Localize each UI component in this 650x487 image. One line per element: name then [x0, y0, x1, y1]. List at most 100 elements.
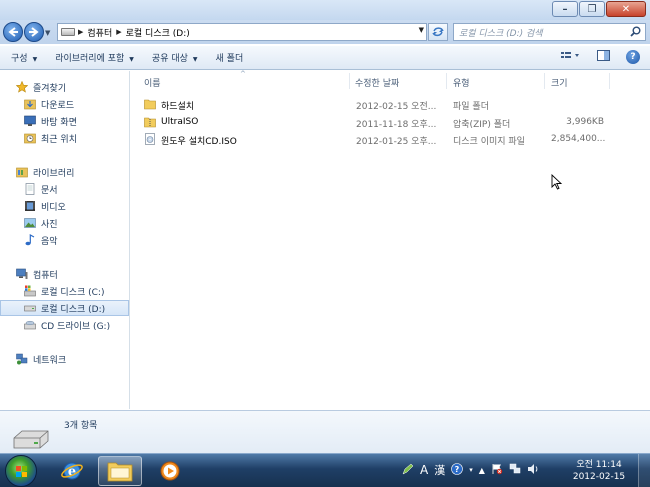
details-pane: 3개 항목 [0, 410, 650, 453]
ime-help-icon[interactable]: ? [451, 462, 464, 478]
breadcrumb-drive-d[interactable]: 로컬 디스크 (D:) [126, 26, 190, 39]
drive-icon [61, 28, 75, 36]
nav-favorites[interactable]: 즐겨찾기 [16, 79, 145, 95]
nav-drive-g[interactable]: CD 드라이브 (G:) [24, 317, 153, 333]
share-with-label: 공유 대상 [151, 54, 188, 64]
forward-button[interactable] [24, 22, 44, 42]
show-hidden-icons-button[interactable]: ▲ [479, 466, 485, 475]
ime-mode-icon[interactable] [402, 463, 414, 478]
back-button[interactable] [3, 22, 23, 42]
column-divider[interactable] [446, 73, 447, 89]
system-clock[interactable]: 오전 11:14 2012-02-15 [568, 459, 630, 483]
nav-videos-label: 비디오 [41, 202, 66, 213]
view-options-button[interactable] [561, 51, 581, 64]
recent-pages-dropdown[interactable]: ▼ [45, 29, 52, 37]
nav-favorites-label: 즐겨찾기 [33, 83, 67, 94]
start-button[interactable] [5, 455, 37, 487]
nav-documents[interactable]: 문서 [24, 181, 153, 197]
hanja-indicator[interactable]: 漢 [434, 462, 445, 478]
zip-folder-icon [144, 117, 156, 128]
nav-pictures[interactable]: 사진 [24, 215, 153, 231]
column-divider[interactable] [609, 73, 610, 89]
new-folder-label: 새 폴더 [215, 54, 244, 64]
nav-pictures-label: 사진 [41, 219, 58, 230]
minimize-button[interactable]: – [552, 1, 578, 17]
nav-network-label: 네트워크 [33, 355, 67, 366]
navigation-pane: 즐겨찾기 다운로드 바탕 화면 최근 위치 라이브러리 문서 비디오 사진 음악… [0, 71, 130, 409]
input-language-indicator[interactable]: A [420, 463, 428, 477]
view-controls: ? [545, 50, 640, 64]
column-name[interactable]: 이름 [144, 76, 161, 89]
chevron-right-icon[interactable]: ▶ [78, 28, 83, 36]
item-count: 3개 항목 [64, 421, 98, 431]
svg-text:?: ? [455, 465, 460, 474]
forward-arrow-icon [29, 27, 39, 37]
search-icon[interactable] [630, 26, 641, 37]
preview-pane-button[interactable] [597, 50, 610, 64]
internet-explorer-icon: e [61, 462, 83, 480]
address-row: ▼ ▶ 컴퓨터 ▶ 로컬 디스크 (D:) ▼ 로컬 디스크 (D:) 검색 [0, 20, 650, 44]
volume-icon[interactable] [527, 463, 540, 478]
share-with-menu[interactable]: 공유 대상 ▼ [145, 51, 205, 64]
explorer-folder-icon [107, 462, 133, 482]
file-date: 2011-11-18 오후... [356, 120, 437, 130]
nav-network[interactable]: 네트워크 [16, 351, 145, 367]
include-in-library-label: 라이브러리에 포함 [55, 54, 125, 64]
column-divider[interactable] [544, 73, 545, 89]
nav-libraries[interactable]: 라이브러리 [16, 164, 145, 180]
close-icon: ✕ [621, 3, 631, 15]
nav-desktop-label: 바탕 화면 [41, 117, 77, 128]
file-name: UltraISO [161, 117, 199, 127]
help-button[interactable]: ? [626, 50, 640, 64]
clock-time: 오전 11:14 [576, 460, 622, 470]
nav-music-label: 음악 [41, 236, 58, 247]
restore-icon: ❐ [587, 3, 597, 15]
chevron-right-icon[interactable]: ▶ [116, 28, 121, 36]
ime-options-icon[interactable]: ▾ [469, 466, 473, 474]
include-in-library-menu[interactable]: 라이브러리에 포함 ▼ [48, 51, 141, 64]
nav-drive-c[interactable]: 로컬 디스크 (C:) [24, 283, 153, 299]
taskbar-ie-button[interactable]: e [50, 456, 94, 486]
nav-music[interactable]: 음악 [24, 232, 153, 248]
maximize-button[interactable]: ❐ [579, 1, 605, 17]
nav-drive-d-label: 로컬 디스크 (D:) [41, 304, 106, 315]
command-bar: 구성 ▼ 라이브러리에 포함 ▼ 공유 대상 ▼ 새 폴더 ? [0, 46, 650, 70]
taskbar-media-player-button[interactable] [148, 456, 192, 486]
taskbar-explorer-button[interactable] [98, 456, 142, 486]
search-input[interactable]: 로컬 디스크 (D:) 검색 [453, 23, 646, 41]
close-button[interactable]: ✕ [606, 1, 646, 17]
column-header: ^ 이름 수정한 날짜 유형 크기 [131, 70, 650, 91]
cd-drive-icon [24, 320, 36, 330]
organize-menu[interactable]: 구성 ▼ [4, 51, 44, 64]
pictures-icon [24, 218, 36, 228]
sort-ascending-icon: ^ [240, 70, 246, 78]
network-status-icon[interactable] [509, 463, 521, 478]
nav-libraries-label: 라이브러리 [33, 168, 75, 179]
action-center-flag-icon[interactable] [491, 463, 503, 478]
address-dropdown-icon[interactable]: ▼ [419, 26, 424, 34]
column-divider[interactable] [349, 73, 350, 89]
mouse-cursor-icon [551, 174, 563, 190]
search-placeholder: 로컬 디스크 (D:) 검색 [459, 28, 543, 39]
breadcrumb-computer[interactable]: 컴퓨터 [87, 26, 112, 39]
table-row[interactable]: UltraISO 2011-11-18 오후... 압축(ZIP) 폴더 3,9… [131, 114, 650, 131]
table-row[interactable]: 윈도우 설치CD.ISO 2012-01-25 오후... 디스크 이미지 파일… [131, 131, 650, 148]
nav-videos[interactable]: 비디오 [24, 198, 153, 214]
documents-icon [25, 183, 35, 195]
chevron-down-icon: ▼ [32, 56, 38, 63]
chevron-down-icon: ▼ [129, 56, 134, 63]
drive-icon [24, 305, 36, 312]
column-size[interactable]: 크기 [551, 76, 568, 89]
table-row[interactable]: 하드설치 2012-02-15 오전... 파일 폴더 [131, 96, 650, 113]
show-desktop-button[interactable] [638, 454, 650, 487]
column-date[interactable]: 수정한 날짜 [355, 76, 399, 89]
file-date: 2012-01-25 오후... [356, 137, 437, 147]
nav-drive-d[interactable]: 로컬 디스크 (D:) [0, 300, 129, 316]
title-bar: – ❐ ✕ [0, 0, 650, 20]
address-bar[interactable]: ▶ 컴퓨터 ▶ 로컬 디스크 (D:) ▼ [57, 23, 427, 41]
disc-image-icon [145, 133, 155, 145]
new-folder-button[interactable]: 새 폴더 [209, 51, 251, 64]
nav-computer[interactable]: 컴퓨터 [16, 266, 145, 282]
column-type[interactable]: 유형 [453, 76, 470, 89]
refresh-button[interactable] [428, 23, 448, 41]
